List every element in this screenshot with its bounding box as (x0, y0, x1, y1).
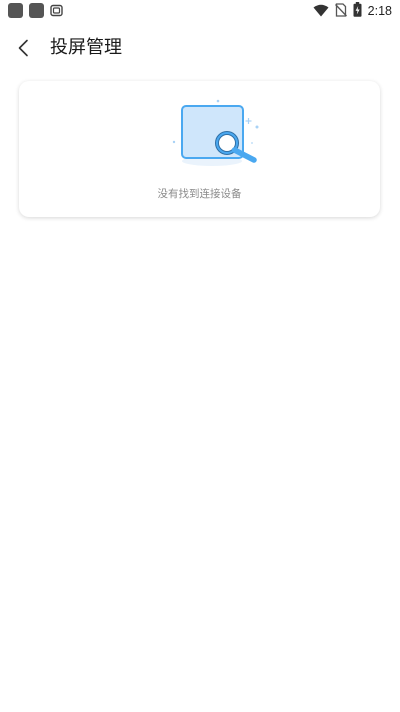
battery-icon (353, 2, 362, 21)
search-device-icon (168, 97, 262, 175)
status-bar: 2:18 (0, 0, 400, 24)
status-left (8, 3, 63, 18)
wifi-icon (313, 2, 329, 21)
app-notification-icon (29, 3, 44, 18)
chevron-left-icon (18, 39, 28, 57)
app-notification-icon (8, 3, 23, 18)
empty-state-message: 没有找到连接设备 (157, 188, 242, 200)
status-right: 2:18 (313, 2, 392, 21)
page-title: 投屏管理 (50, 37, 122, 58)
no-sim-icon (334, 2, 347, 21)
device-list-card: 没有找到连接设备 (19, 81, 380, 217)
status-time: 2:18 (367, 4, 392, 18)
screen: 2:18 投屏管理 没有找到连接设备 (0, 0, 400, 712)
cast-icon (50, 4, 63, 17)
back-button[interactable] (10, 35, 36, 61)
title-bar: 投屏管理 (0, 24, 400, 72)
